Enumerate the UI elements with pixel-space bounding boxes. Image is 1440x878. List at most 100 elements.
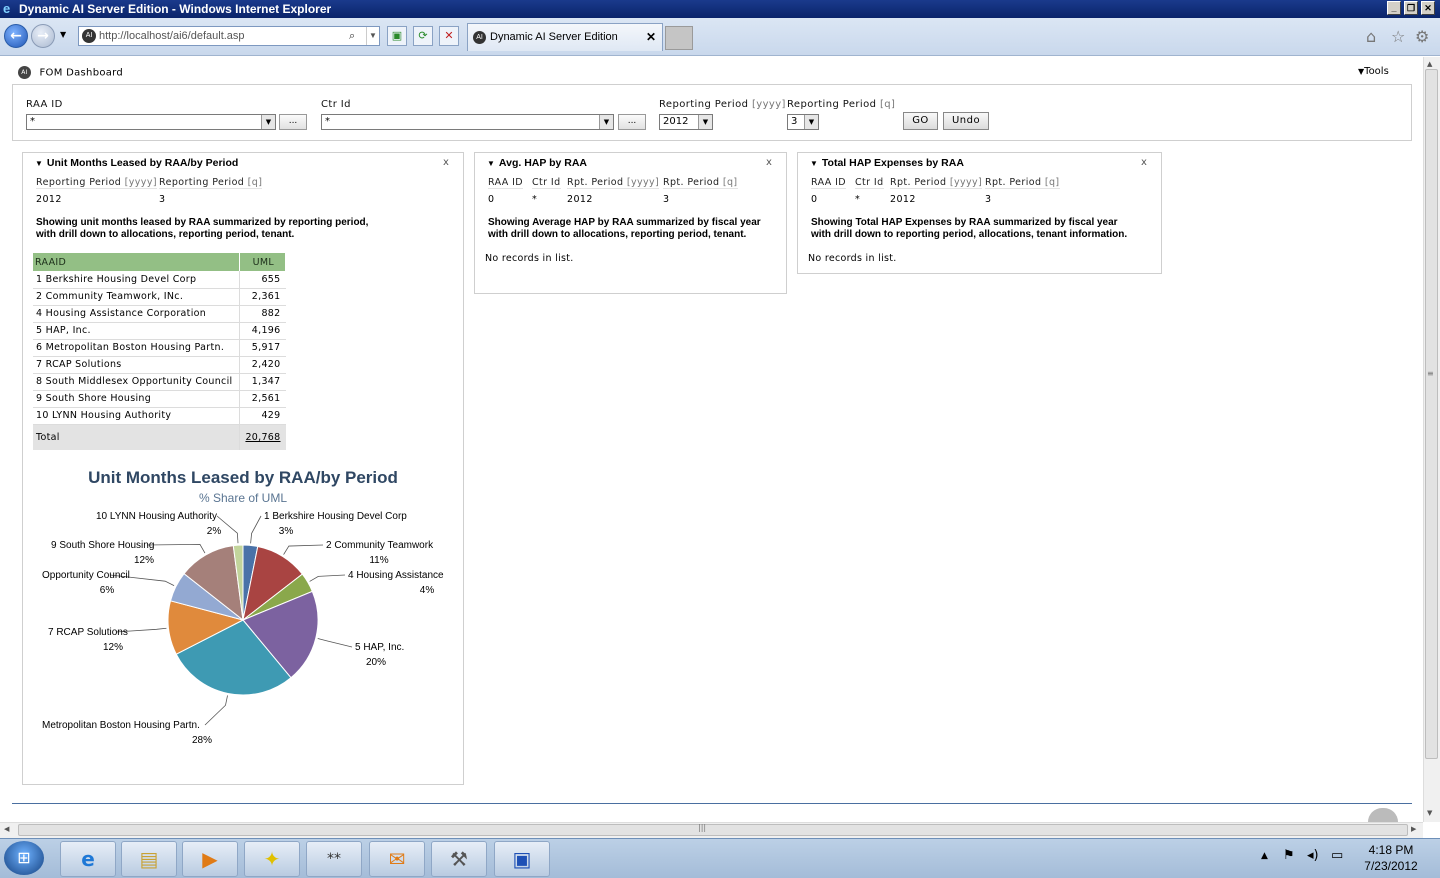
table-row[interactable]: 10 LYNN Housing Authority 429 <box>33 407 286 425</box>
panel3-description: Showing Total HAP Expenses by RAA summar… <box>811 217 1128 240</box>
table-row[interactable]: 2 Community Teamwork, INc. 2,361 <box>33 288 286 306</box>
ctr-id-value: * <box>325 116 330 127</box>
panel3-title[interactable]: ▼ Total HAP Expenses by RAA <box>810 157 964 169</box>
pie-leader-line <box>250 515 262 544</box>
start-button[interactable]: ⊞ <box>4 841 44 875</box>
minimize-button[interactable]: _ <box>1387 1 1401 15</box>
settings-gear-icon[interactable]: ⚙ <box>1415 27 1429 46</box>
compatibility-view-icon[interactable]: ▣ <box>387 26 407 46</box>
collapse-triangle-icon: ▼ <box>35 159 43 168</box>
panel1-title[interactable]: ▼ Unit Months Leased by RAA/by Period <box>35 157 238 169</box>
p3-rpt-yyyy-header: Rpt. Period [yyyy] <box>890 177 983 189</box>
p3-rpt-q-header: Rpt. Period [q] <box>985 177 1060 189</box>
raa-id-lookup-button[interactable]: ... <box>279 114 307 130</box>
taskbar-password-icon[interactable]: ** <box>306 841 362 877</box>
tools-label: Tools <box>1364 66 1389 77</box>
refresh-icon[interactable]: ⟳ <box>413 26 433 46</box>
taskbar-media-player-icon[interactable]: ▶ <box>182 841 238 877</box>
p2-rpt-q-value: 3 <box>663 194 670 205</box>
taskbar-outlook-icon[interactable]: ✉ <box>369 841 425 877</box>
ctr-id-lookup-button[interactable]: ... <box>618 114 646 130</box>
table-row[interactable]: 5 HAP, Inc. 4,196 <box>33 322 286 340</box>
table-row[interactable]: 4 Housing Assistance Corporation 882 <box>33 305 286 323</box>
raa-name-cell[interactable]: 2 Community Teamwork, INc. <box>33 288 239 306</box>
period-q-value: 3 <box>791 116 798 127</box>
taskbar-ie-icon[interactable]: e <box>60 841 116 877</box>
period-q-label: Reporting Period [q] <box>787 99 896 110</box>
tools-menu[interactable]: ▼Tools <box>1358 66 1389 77</box>
clock-date: 7/23/2012 <box>1364 859 1418 873</box>
close-window-button[interactable]: ✕ <box>1421 1 1435 15</box>
history-dropdown-icon[interactable]: ▼ <box>60 30 66 39</box>
taskbar-aim-icon[interactable]: ✦ <box>244 841 300 877</box>
period-q-select[interactable]: 3 ▼ <box>787 114 819 130</box>
table-row[interactable]: 8 South Middlesex Opportunity Council 1,3… <box>33 373 286 391</box>
table-row[interactable]: 9 South Shore Housing 2,561 <box>33 390 286 408</box>
show-hidden-icons-icon[interactable]: ▲ <box>1261 851 1268 861</box>
pie-slice-label: 1 Berkshire Housing Devel Corp <box>264 511 407 522</box>
pie-slice-percent: 2% <box>207 526 222 537</box>
ctr-id-select[interactable]: * ▼ <box>321 114 614 130</box>
p3-rpt-yyyy-value: 2012 <box>890 194 916 205</box>
raa-name-cell[interactable]: 9 South Shore Housing <box>33 390 239 408</box>
address-bar[interactable]: AI http://localhost/ai6/default.asp ⌕ ▼ <box>78 26 380 46</box>
panel2-no-records: No records in list. <box>485 253 574 264</box>
col-header-raaid[interactable]: RAAID <box>33 253 240 271</box>
home-icon[interactable]: ⌂ <box>1366 27 1376 46</box>
stop-icon[interactable]: ✕ <box>439 26 459 46</box>
panel2-close-icon[interactable]: x <box>766 157 772 168</box>
network-icon[interactable]: ▭ <box>1331 848 1343 863</box>
address-dropdown-icon[interactable]: ▼ <box>366 27 379 45</box>
raa-name-cell[interactable]: 10 LYNN Housing Authority <box>33 407 239 425</box>
pie-slice-label: Opportunity Council <box>42 570 130 581</box>
window-title-bar: e Dynamic AI Server Edition - Windows In… <box>0 0 1440 18</box>
pie-leader-line <box>204 695 228 726</box>
pie-leader-line <box>317 638 353 648</box>
raa-name-cell[interactable]: 1 Berkshire Housing Devel Corp <box>33 271 239 289</box>
param-period-yyyy-header: Reporting Period [yyyy] <box>36 177 157 189</box>
undo-button[interactable]: Undo <box>943 112 989 130</box>
restore-button[interactable]: ❐ <box>1404 1 1418 15</box>
panel2-title[interactable]: ▼ Avg. HAP by RAA <box>487 157 587 169</box>
table-row[interactable]: 1 Berkshire Housing Devel Corp 655 <box>33 271 286 289</box>
panel3-close-icon[interactable]: x <box>1141 157 1147 168</box>
pie-leader-line <box>309 574 346 582</box>
raa-name-cell[interactable]: 8 South Middlesex Opportunity Council <box>33 373 239 391</box>
volume-icon[interactable]: ◂) <box>1307 848 1319 863</box>
search-icon[interactable]: ⌕ <box>349 27 355 45</box>
go-button[interactable]: GO <box>903 112 938 130</box>
period-yyyy-select[interactable]: 2012 ▼ <box>659 114 713 130</box>
period-yyyy-label: Reporting Period [yyyy] <box>659 99 786 110</box>
p3-raa-header: RAA ID <box>811 177 847 189</box>
panel2-description: Showing Average HAP by RAA summarized by… <box>488 217 761 240</box>
uml-value-cell: 2,361 <box>238 288 286 306</box>
taskbar-remote-desktop-icon[interactable]: ▣ <box>494 841 550 877</box>
table-total-row: Total 20,768 <box>33 424 286 450</box>
new-tab-button[interactable] <box>665 26 693 50</box>
taskbar-explorer-folder-icon[interactable]: ▤ <box>121 841 177 877</box>
system-clock[interactable]: 4:18 PM 7/23/2012 <box>1355 842 1427 874</box>
table-row[interactable]: 6 Metropolitan Boston Housing Partn. 5,91… <box>33 339 286 357</box>
horizontal-scrollbar[interactable]: ◀ ||| ▶ <box>0 822 1423 838</box>
chart-title: Unit Months Leased by RAA/by Period <box>88 468 398 487</box>
panel1-close-icon[interactable]: x <box>443 157 449 168</box>
action-center-flag-icon[interactable]: ⚑ <box>1283 848 1295 863</box>
pie-slice-label: 4 Housing Assistance <box>348 570 444 581</box>
raa-id-select[interactable]: * ▼ <box>26 114 276 130</box>
tab-close-icon[interactable]: ✕ <box>646 24 656 50</box>
col-header-uml[interactable]: UML <box>239 253 286 271</box>
raa-name-cell[interactable]: 6 Metropolitan Boston Housing Partn. <box>33 339 239 357</box>
raa-name-cell[interactable]: 7 RCAP Solutions <box>33 356 239 374</box>
raa-name-cell[interactable]: 4 Housing Assistance Corporation <box>33 305 239 323</box>
taskbar-tools-icon[interactable]: ⚒ <box>431 841 487 877</box>
raa-name-cell[interactable]: 5 HAP, Inc. <box>33 322 239 340</box>
vertical-scrollbar[interactable]: ▲ ≡ ▼ <box>1423 57 1440 822</box>
table-row[interactable]: 7 RCAP Solutions 2,420 <box>33 356 286 374</box>
browser-tab[interactable]: AI Dynamic AI Server Edition ✕ <box>467 23 663 51</box>
total-label: Total <box>33 424 239 450</box>
ctr-id-label: Ctr Id <box>321 99 351 110</box>
forward-button[interactable]: → <box>31 24 55 48</box>
back-button[interactable]: ← <box>4 24 28 48</box>
favorites-star-icon[interactable]: ☆ <box>1391 27 1405 46</box>
uml-value-cell: 1,347 <box>238 373 286 391</box>
